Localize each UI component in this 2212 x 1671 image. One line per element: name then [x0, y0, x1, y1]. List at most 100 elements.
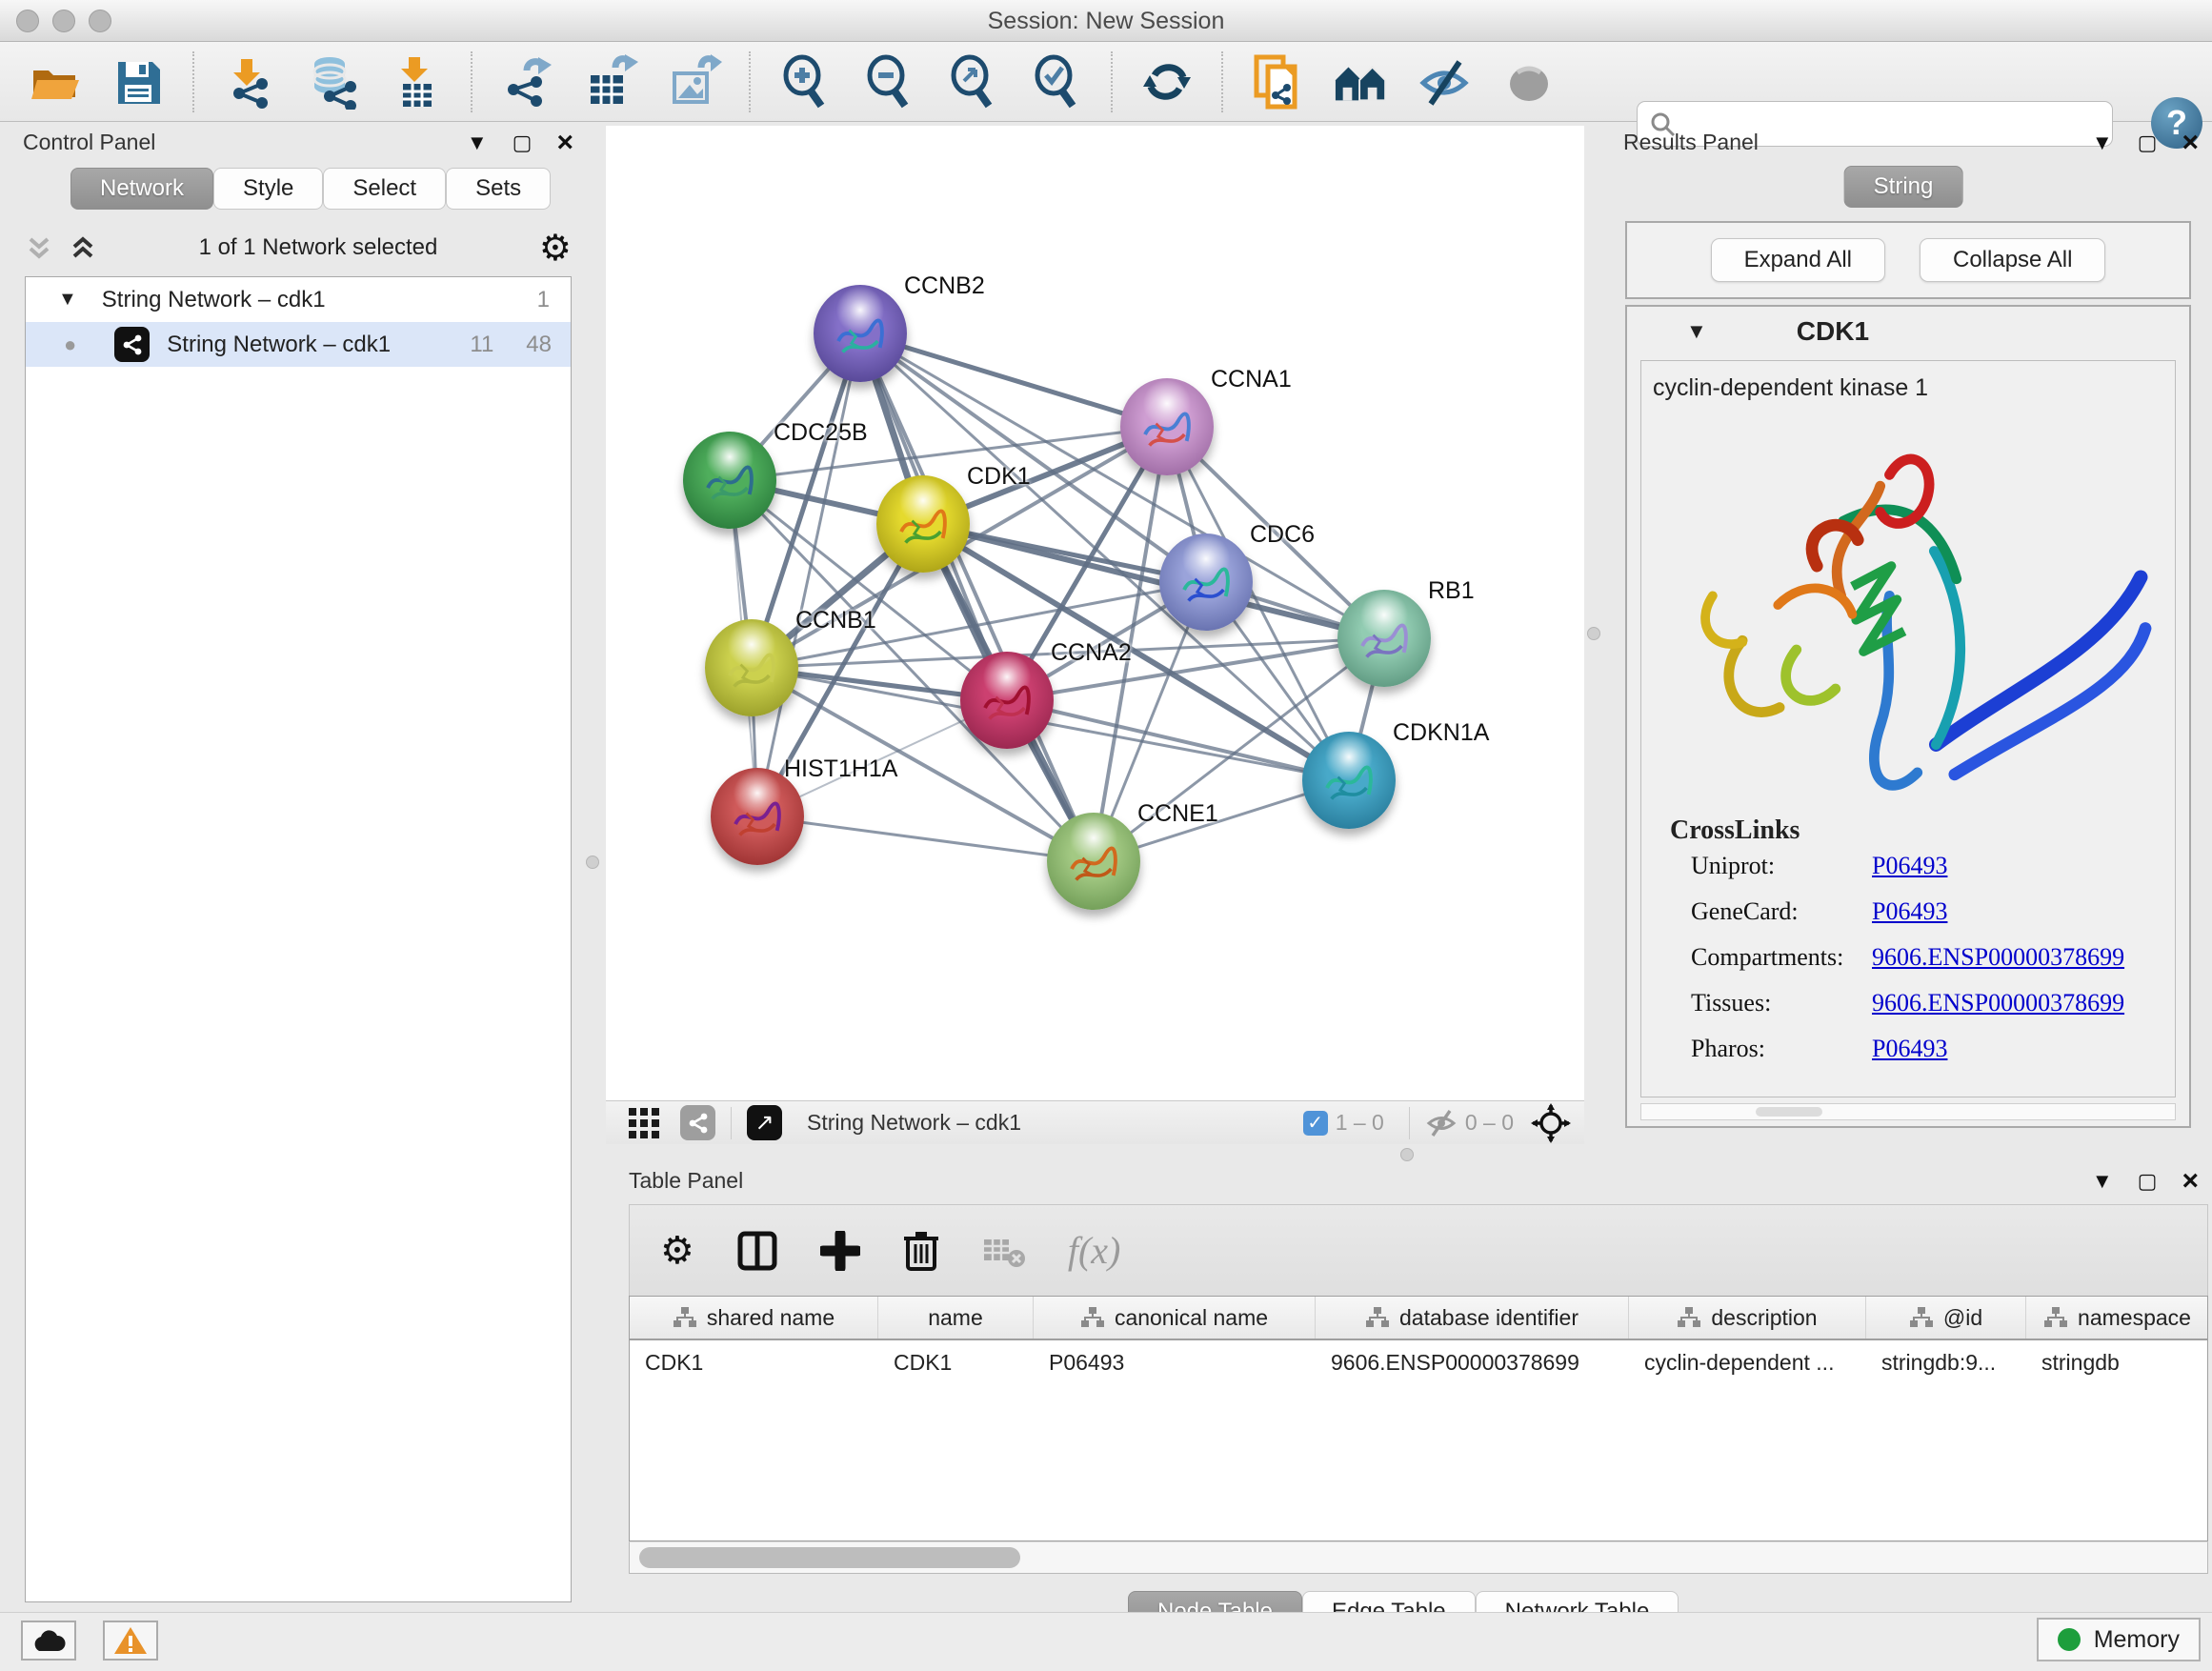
network-edge[interactable] — [1007, 700, 1349, 780]
protein-description: cyclin-dependent kinase 1 — [1653, 374, 2175, 402]
protein-collapse-arrow-icon[interactable]: ▼ — [1686, 319, 1707, 344]
protein-section-header[interactable]: ▼ CDK1 — [1627, 307, 2189, 356]
expand-all-button[interactable]: Expand All — [1711, 238, 1885, 282]
network-node-ccnb1[interactable] — [705, 619, 798, 716]
zoom-out-button[interactable] — [861, 54, 916, 110]
delete-column-trash-icon[interactable] — [902, 1229, 940, 1273]
warnings-button[interactable] — [103, 1621, 158, 1661]
network-row[interactable]: ● String Network – cdk1 11 48 — [26, 322, 571, 367]
network-node-cdkn1a[interactable] — [1302, 732, 1396, 829]
network-node-ccnb2[interactable] — [814, 285, 907, 382]
clone-network-button[interactable] — [1250, 54, 1305, 110]
open-session-button[interactable] — [27, 54, 82, 110]
network-node-ccna1[interactable] — [1120, 378, 1214, 475]
table-horizontal-scrollbar[interactable] — [629, 1541, 2208, 1574]
export-image-button[interactable] — [667, 54, 722, 110]
control-panel-maximize-button[interactable]: ▢ — [513, 131, 533, 155]
export-table-button[interactable] — [583, 54, 638, 110]
table-cell[interactable]: P06493 — [1034, 1340, 1316, 1384]
selected-checkbox-icon[interactable]: ✓ — [1303, 1111, 1328, 1136]
cloud-status-button[interactable] — [21, 1621, 76, 1661]
show-all-button[interactable] — [1501, 54, 1557, 110]
import-network-file-button[interactable] — [221, 54, 276, 110]
crosslink-link[interactable]: P06493 — [1872, 897, 1947, 926]
collapse-all-button[interactable]: Collapse All — [1920, 238, 2105, 282]
table-cell[interactable]: cyclin-dependent ... — [1629, 1340, 1866, 1384]
network-node-cdc25b[interactable] — [683, 432, 776, 529]
node-label-ccnb1: CCNB1 — [795, 607, 876, 634]
expand-all-networks-icon[interactable] — [69, 233, 97, 262]
column-header-description[interactable]: description — [1629, 1297, 1866, 1339]
apply-style-refresh-button[interactable] — [1139, 54, 1195, 110]
column-header-namespace[interactable]: namespace — [2026, 1297, 2208, 1339]
first-neighbors-button[interactable] — [1334, 54, 1389, 110]
column-header-name[interactable]: name — [878, 1297, 1034, 1339]
control-panel-float-button[interactable]: ▼ — [467, 131, 488, 155]
table-cell[interactable]: CDK1 — [630, 1340, 878, 1384]
results-panel-float-button[interactable]: ▼ — [2092, 131, 2113, 155]
collapse-all-networks-icon[interactable] — [25, 233, 53, 262]
column-header-shared-name[interactable]: shared name — [630, 1297, 878, 1339]
function-builder-icon: f(x) — [1068, 1228, 1121, 1273]
hide-selected-button[interactable] — [1418, 54, 1473, 110]
birds-eye-view-icon[interactable]: ↗ — [747, 1105, 782, 1140]
memory-button[interactable]: Memory — [2037, 1618, 2201, 1661]
network-node-ccne1[interactable] — [1047, 813, 1140, 910]
column-type-icon — [1909, 1306, 1934, 1329]
table-cell[interactable]: stringdb — [2026, 1340, 2208, 1384]
tab-string[interactable]: String — [1844, 166, 1963, 208]
crosslink-link[interactable]: 9606.ENSP00000378699 — [1872, 943, 2124, 972]
column-type-icon — [1365, 1306, 1390, 1329]
results-scrollbar[interactable] — [1640, 1103, 2176, 1120]
table-panel-float-button[interactable]: ▼ — [2092, 1169, 2113, 1194]
network-options-gear-icon[interactable]: ⚙ — [539, 227, 572, 270]
network-node-rb1[interactable] — [1337, 590, 1431, 687]
network-view-mode-icon[interactable] — [680, 1105, 715, 1140]
control-panel-close-button[interactable]: × — [556, 132, 573, 153]
results-panel-maximize-button[interactable]: ▢ — [2138, 131, 2158, 155]
crosslink-link[interactable]: P06493 — [1872, 1035, 1947, 1063]
results-panel-close-button[interactable]: × — [2182, 132, 2199, 153]
tab-style[interactable]: Style — [213, 168, 323, 210]
column-header-database-identifier[interactable]: database identifier — [1316, 1297, 1629, 1339]
network-node-cdk1[interactable] — [876, 475, 970, 573]
zoom-in-button[interactable] — [777, 54, 833, 110]
table-row[interactable]: CDK1CDK1P064939606.ENSP00000378699cyclin… — [630, 1340, 2207, 1384]
column-header-canonical-name[interactable]: canonical name — [1034, 1297, 1316, 1339]
tab-sets[interactable]: Sets — [446, 168, 551, 210]
collection-expand-arrow-icon[interactable]: ▼ — [58, 289, 77, 311]
network-collection-row[interactable]: ▼ String Network – cdk1 1 — [26, 277, 571, 322]
show-columns-icon[interactable] — [736, 1230, 778, 1272]
scrollbar-thumb[interactable] — [639, 1547, 1020, 1568]
column-type-icon — [2043, 1306, 2068, 1329]
network-edge[interactable] — [757, 333, 860, 816]
network-node-cdc6[interactable] — [1159, 534, 1253, 631]
network-edge[interactable] — [757, 816, 1094, 861]
crosslink-link[interactable]: P06493 — [1872, 852, 1947, 880]
zoom-fit-button[interactable] — [945, 54, 1000, 110]
network-view-canvas[interactable]: CCNB2 CCNA1 CDC25B CDK1 CDC6 RB1 CCNB1 C… — [606, 126, 1584, 1100]
node-label-cdc25b: CDC25B — [774, 419, 868, 447]
left-splitter-grip[interactable] — [586, 856, 599, 869]
table-cell[interactable]: CDK1 — [878, 1340, 1034, 1384]
table-cell[interactable]: stringdb:9... — [1866, 1340, 2026, 1384]
table-cell[interactable]: 9606.ENSP00000378699 — [1316, 1340, 1629, 1384]
network-node-ccna2[interactable] — [960, 652, 1054, 749]
table-options-gear-icon[interactable]: ⚙ — [660, 1229, 694, 1273]
import-table-file-button[interactable] — [389, 54, 444, 110]
tab-network[interactable]: Network — [70, 168, 213, 210]
table-panel-maximize-button[interactable]: ▢ — [2138, 1169, 2158, 1194]
window-title: Session: New Session — [0, 8, 2212, 35]
save-session-button[interactable] — [111, 54, 166, 110]
add-column-icon[interactable] — [820, 1231, 860, 1271]
import-network-database-button[interactable] — [305, 54, 360, 110]
navigate-crosshair-icon[interactable] — [1531, 1103, 1571, 1143]
network-edge[interactable] — [860, 333, 1167, 427]
zoom-selected-button[interactable] — [1029, 54, 1084, 110]
table-panel-close-button[interactable]: × — [2182, 1171, 2199, 1192]
crosslink-link[interactable]: 9606.ENSP00000378699 — [1872, 989, 2124, 1017]
grid-view-icon[interactable] — [627, 1106, 661, 1140]
column-header--id[interactable]: @id — [1866, 1297, 2026, 1339]
tab-select[interactable]: Select — [323, 168, 446, 210]
export-network-button[interactable] — [499, 54, 554, 110]
